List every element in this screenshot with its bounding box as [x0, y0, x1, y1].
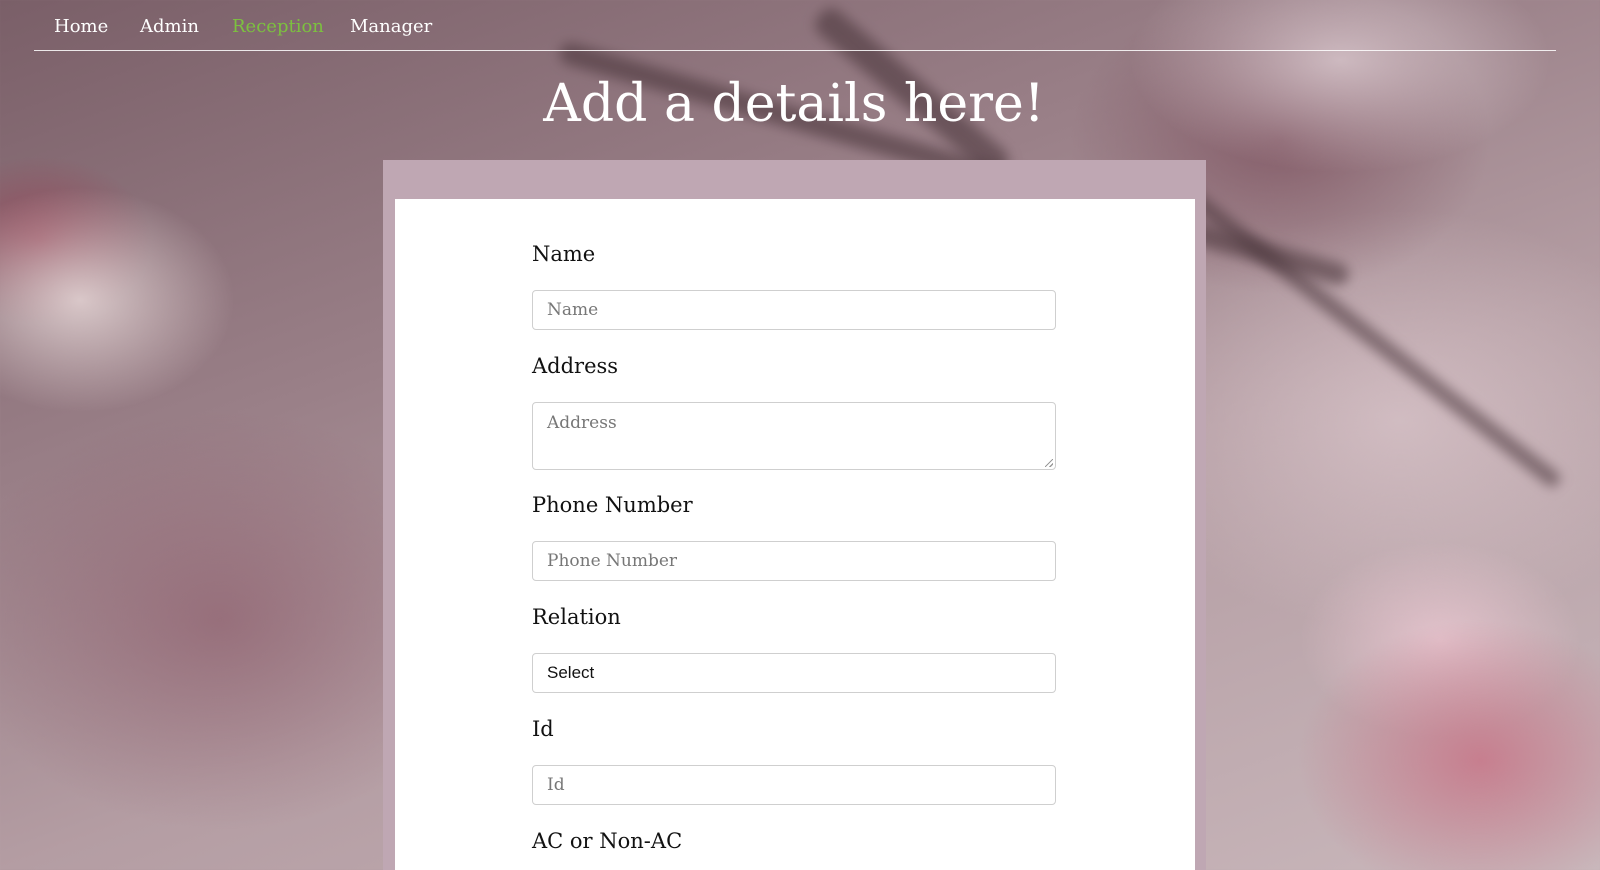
phone-label: Phone Number: [532, 493, 693, 517]
id-label: Id: [532, 717, 554, 741]
resize-grip-icon[interactable]: [1045, 459, 1053, 467]
name-label: Name: [532, 242, 596, 266]
phone-input[interactable]: Phone Number: [532, 541, 1056, 581]
name-input[interactable]: Name: [532, 290, 1056, 330]
relation-label: Relation: [532, 605, 621, 629]
id-input[interactable]: Id: [532, 765, 1056, 805]
nav-item-reception[interactable]: Reception: [232, 16, 324, 37]
address-label: Address: [532, 354, 619, 378]
address-placeholder: Address: [547, 413, 617, 433]
background-branch: [1175, 181, 1564, 490]
nav-item-home[interactable]: Home: [54, 16, 108, 37]
address-textarea[interactable]: Address: [532, 402, 1056, 470]
top-navigation: Home Admin Reception Manager: [34, 0, 1556, 51]
ac-label: AC or Non-AC: [532, 829, 683, 853]
nav-item-manager[interactable]: Manager: [350, 16, 432, 37]
nav-item-admin[interactable]: Admin: [140, 16, 199, 37]
page-title: Add a details here!: [543, 74, 1045, 134]
relation-select[interactable]: Select: [532, 653, 1056, 693]
